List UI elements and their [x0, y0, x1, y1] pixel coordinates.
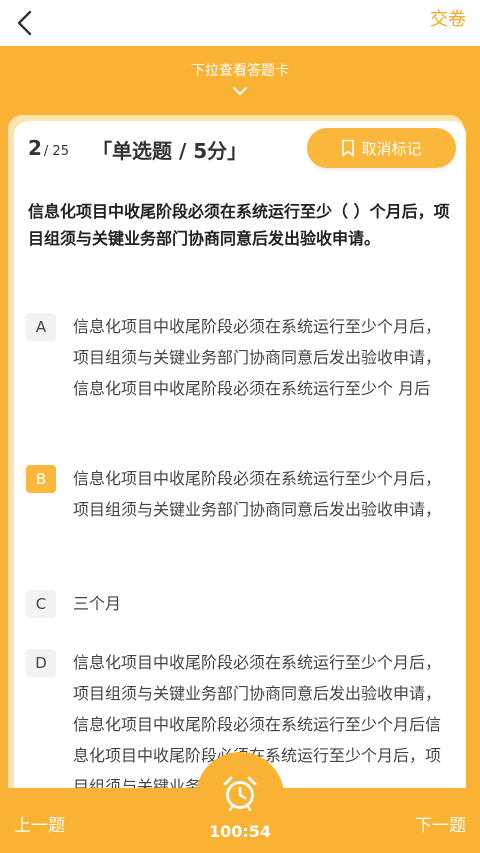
- option-text: 信息化项目中收尾阶段必须在系统运行至少个月后，项目组须与关键业务部门协商同意后发…: [73, 317, 442, 398]
- countdown-timer: 100:54: [208, 822, 272, 841]
- option-text: 三个月: [73, 594, 122, 613]
- option-letter: A: [26, 313, 56, 341]
- chevron-down-icon[interactable]: [232, 82, 248, 95]
- top-nav-bar: 交卷: [0, 0, 480, 46]
- option-letter: C: [26, 590, 56, 618]
- submit-exam-button[interactable]: 交卷: [430, 8, 466, 32]
- question-stem: 信息化项目中收尾阶段必须在系统运行至少（ ）个月后，项目组须与关键业务部门协商同…: [28, 202, 450, 248]
- option-c[interactable]: C 三个月: [26, 588, 456, 622]
- option-b[interactable]: B 信息化项目中收尾阶段必须在系统运行至少个月后，项目组须与关键业务部门协商同意…: [26, 463, 456, 558]
- option-letter: B: [26, 465, 56, 493]
- bookmark-icon: [342, 139, 355, 157]
- option-text: 信息化项目中收尾阶段必须在系统运行至少个月后，项目组须与关键业务部门协商同意后发…: [73, 469, 442, 519]
- option-a[interactable]: A 信息化项目中收尾阶段必须在系统运行至少个月后，项目组须与关键业务部门协商同意…: [26, 311, 456, 436]
- bookmark-label: 取消标记: [361, 139, 422, 158]
- option-letter: D: [26, 649, 56, 677]
- alarm-clock-icon: [221, 774, 259, 812]
- unbookmark-button[interactable]: 取消标记: [307, 128, 456, 168]
- question-type: 「单选题 / 5分」: [92, 139, 248, 163]
- question-total: / 25: [43, 144, 69, 159]
- pull-down-hint[interactable]: 下拉查看答题卡: [0, 60, 480, 80]
- question-progress: 2/ 25: [28, 136, 69, 160]
- question-card: 2/ 25 「单选题 / 5分」 取消标记 信息化项目中收尾阶段必须在系统运行至…: [14, 121, 466, 821]
- back-icon[interactable]: [10, 6, 44, 40]
- question-number: 2: [28, 136, 42, 160]
